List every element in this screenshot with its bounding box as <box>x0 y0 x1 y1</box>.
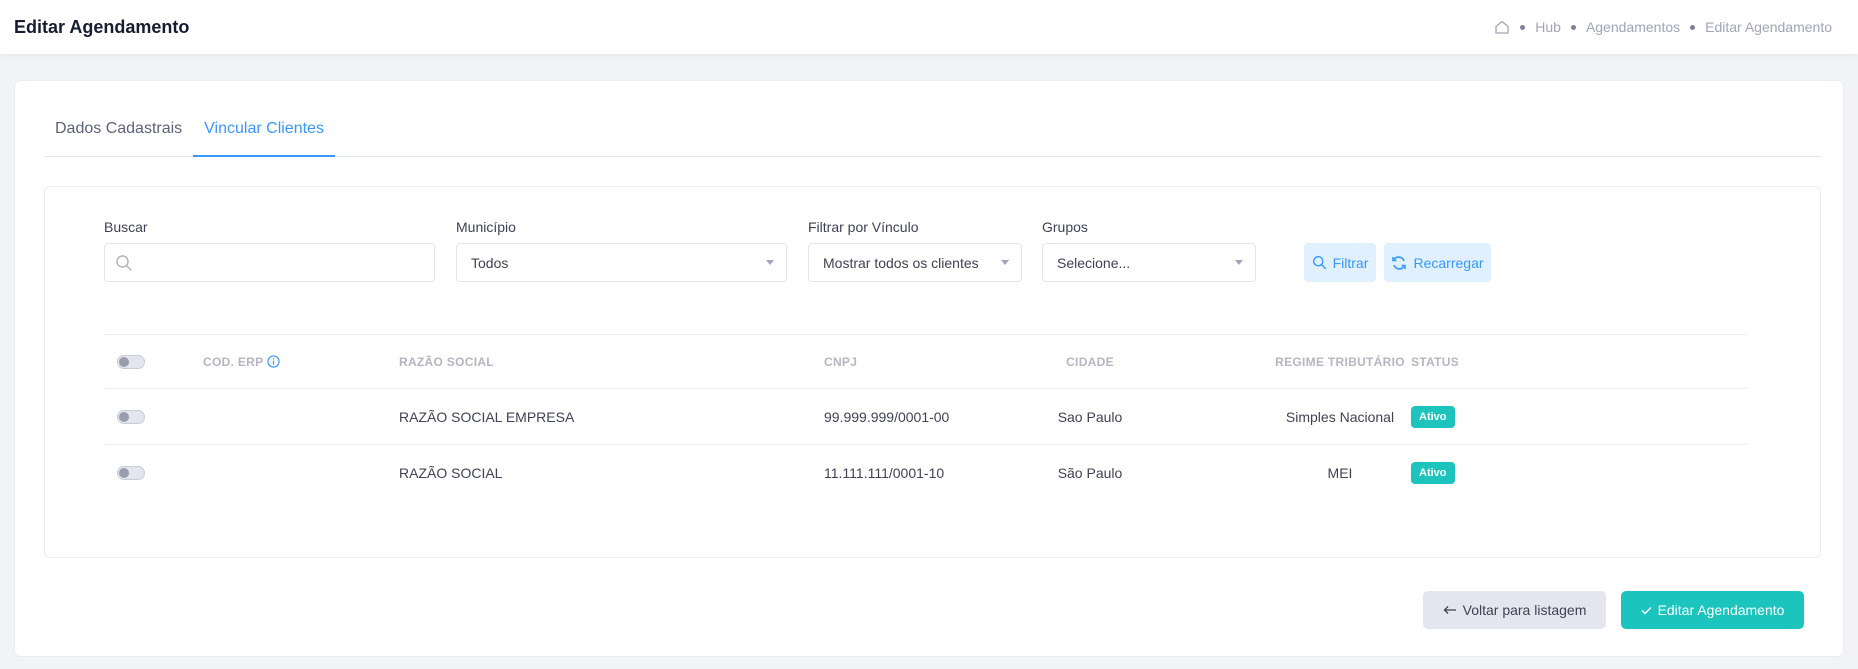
breadcrumb-separator <box>1520 24 1526 30</box>
breadcrumb-item-current: Editar Agendamento <box>1705 19 1832 35</box>
breadcrumb-item-agendamentos[interactable]: Agendamentos <box>1586 19 1680 35</box>
grupos-label: Grupos <box>1042 219 1088 235</box>
chevron-down-icon <box>1235 260 1243 265</box>
municipio-select[interactable]: Todos <box>456 243 787 282</box>
main-card: Dados Cadastrais Vincular Clientes Busca… <box>14 80 1844 657</box>
tab-bar: Dados Cadastrais Vincular Clientes <box>44 117 1821 157</box>
tab-dados-cadastrais[interactable]: Dados Cadastrais <box>44 117 193 157</box>
tab-vincular-clientes[interactable]: Vincular Clientes <box>193 117 335 157</box>
info-icon[interactable] <box>267 355 281 368</box>
status-cell: Ativo <box>1411 389 1455 444</box>
municipio-value: Todos <box>471 254 509 271</box>
clients-table: COD. ERP RAZÃO SOCIAL CNPJ CIDADE REGIME… <box>105 334 1747 501</box>
column-header-cidade[interactable]: CIDADE <box>965 335 1215 388</box>
cell-cidade: Sao Paulo <box>1057 408 1123 425</box>
vinculo-select[interactable]: Mostrar todos os clientes <box>808 243 1022 282</box>
toggle-switch[interactable] <box>117 409 145 424</box>
column-header-label: COD. ERP <box>203 354 264 369</box>
top-bar: Editar Agendamento Hub Agendamentos Edit… <box>0 0 1858 54</box>
home-icon[interactable] <box>1494 19 1510 35</box>
reload-button-label: Recarregar <box>1413 254 1484 271</box>
chevron-down-icon <box>766 260 774 265</box>
breadcrumb-item-hub[interactable]: Hub <box>1535 19 1561 35</box>
vinculo-value: Mostrar todos os clientes <box>823 254 979 271</box>
page-title: Editar Agendamento <box>14 16 190 37</box>
row-select-toggle[interactable] <box>117 389 145 444</box>
search-input[interactable] <box>104 243 435 282</box>
cell-cnpj: 11.111.111/0001-10 <box>824 465 945 481</box>
filter-button[interactable]: Filtrar <box>1304 243 1376 282</box>
cell-razao-social: RAZÃO SOCIAL <box>399 465 503 481</box>
check-icon <box>1641 606 1652 614</box>
status-badge: Ativo <box>1411 405 1455 428</box>
arrow-left-icon <box>1443 606 1456 614</box>
reload-button[interactable]: Recarregar <box>1384 243 1491 282</box>
cell-cnpj: 99.999.999/0001-00 <box>824 408 950 425</box>
status-cell: Ativo <box>1411 445 1455 501</box>
table-row: RAZÃO SOCIAL 11.111.111/0001-10 São Paul… <box>105 445 1747 501</box>
breadcrumb-separator <box>1570 24 1576 30</box>
cell-cidade: São Paulo <box>1057 465 1123 481</box>
status-badge: Ativo <box>1411 462 1455 484</box>
column-header-status[interactable]: STATUS <box>1411 335 1459 388</box>
save-button-label: Editar Agendamento <box>1657 602 1785 618</box>
cell-razao-social: RAZÃO SOCIAL EMPRESA <box>399 408 575 425</box>
toggle-switch[interactable] <box>117 354 145 369</box>
vinculo-label: Filtrar por Vínculo <box>808 219 919 235</box>
table-row: RAZÃO SOCIAL EMPRESA 99.999.999/0001-00 … <box>105 389 1747 445</box>
back-to-list-button[interactable]: Voltar para listagem <box>1423 591 1606 629</box>
grupos-value: Selecione... <box>1057 254 1131 271</box>
filter-button-label: Filtrar <box>1332 254 1369 271</box>
select-all-toggle[interactable] <box>117 335 145 388</box>
column-header-cod-erp[interactable]: COD. ERP <box>203 335 281 388</box>
municipio-label: Município <box>456 219 516 235</box>
grupos-select[interactable]: Selecione... <box>1042 243 1256 282</box>
breadcrumb: Hub Agendamentos Editar Agendamento <box>1494 19 1844 35</box>
column-header-cnpj[interactable]: CNPJ <box>824 335 857 388</box>
save-schedule-button[interactable]: Editar Agendamento <box>1621 591 1804 629</box>
client-link-panel: Buscar Município Todos Filtrar por Víncu… <box>44 186 1821 558</box>
back-button-label: Voltar para listagem <box>1462 602 1587 618</box>
toggle-switch[interactable] <box>117 466 145 480</box>
breadcrumb-separator <box>1690 24 1696 30</box>
chevron-down-icon <box>1001 260 1009 265</box>
refresh-icon <box>1392 255 1407 270</box>
search-icon <box>116 255 132 271</box>
row-select-toggle[interactable] <box>117 445 145 501</box>
search-label: Buscar <box>104 219 148 235</box>
table-header-row: COD. ERP RAZÃO SOCIAL CNPJ CIDADE REGIME… <box>105 335 1747 389</box>
search-icon <box>1312 255 1326 270</box>
column-header-razao-social[interactable]: RAZÃO SOCIAL <box>399 335 494 388</box>
